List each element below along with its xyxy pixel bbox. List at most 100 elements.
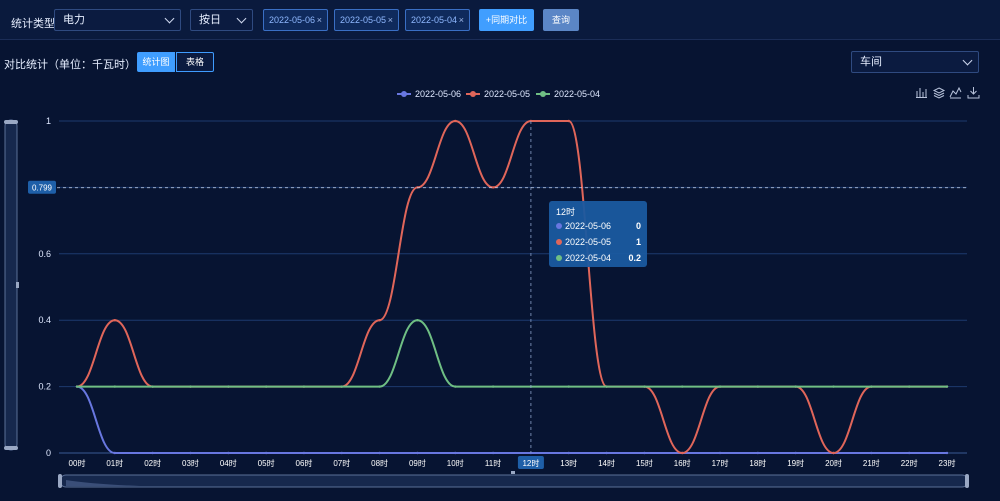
legend-label: 2022-05-05 <box>484 89 530 99</box>
tooltip-title: 12时 <box>556 206 575 217</box>
slider-top-handle[interactable] <box>4 120 18 124</box>
series-point <box>378 451 381 455</box>
x-tick-label: 07时 <box>333 458 350 468</box>
x-tick-label: 23时 <box>939 458 956 468</box>
stack-icon[interactable] <box>932 87 946 99</box>
y-tick-label: 0 <box>46 448 51 458</box>
legend-marker <box>540 91 546 97</box>
y-axis: 00.20.40.60.81 <box>38 116 51 458</box>
series-point <box>718 385 722 388</box>
x-tick-label: 00时 <box>69 458 86 468</box>
series-point <box>756 385 760 388</box>
chart-grid <box>59 120 967 454</box>
series-point <box>113 385 117 388</box>
x-tick-label: 11时 <box>485 458 501 468</box>
tooltip-series-name: 2022-05-06 <box>565 221 611 231</box>
series-point <box>491 451 495 455</box>
series-point <box>681 385 684 388</box>
series-point <box>491 186 495 189</box>
series-point <box>227 385 230 388</box>
horizontal-zoom-slider[interactable] <box>59 474 969 488</box>
slider-right-handle[interactable] <box>965 474 969 488</box>
x-tick-label: 15时 <box>636 458 653 468</box>
x-tick-label: 14时 <box>598 458 615 468</box>
series-point <box>151 451 154 455</box>
legend-label: 2022-05-06 <box>415 89 461 99</box>
tooltip-series-name: 2022-05-05 <box>565 237 611 247</box>
bar-chart-icon[interactable] <box>916 88 927 98</box>
series-point <box>567 451 570 455</box>
legend-label: 2022-05-04 <box>554 89 600 99</box>
series-point <box>605 385 608 388</box>
tooltip-value: 0 <box>636 221 641 231</box>
x-tick-label: 16时 <box>674 458 691 468</box>
series-line-2022-05-05 <box>76 119 948 455</box>
x-tick-label: 05时 <box>258 458 275 468</box>
series-point <box>454 451 457 455</box>
series-point <box>227 451 230 455</box>
chart-series <box>75 119 949 455</box>
series-point <box>643 451 646 455</box>
series-point <box>491 385 495 388</box>
x-tick-label: 03时 <box>182 458 199 468</box>
x-tick-label: 19时 <box>787 458 804 468</box>
series-point <box>756 451 760 455</box>
x-tick-label: 10时 <box>447 458 464 468</box>
series-point <box>416 451 419 455</box>
slider-grip <box>16 282 19 288</box>
series-point <box>945 451 949 455</box>
vertical-zoom-slider[interactable] <box>4 119 18 451</box>
x-tick-label: 01时 <box>106 458 123 468</box>
tooltip-value: 1 <box>636 237 641 247</box>
series-point <box>605 451 608 455</box>
x-tick-label: 13时 <box>560 458 577 468</box>
series-point <box>870 451 873 455</box>
series-point <box>870 385 873 388</box>
y-pointer-label: 0.799 <box>32 184 53 193</box>
tooltip-marker <box>556 239 562 245</box>
x-tick-label: 09时 <box>409 458 426 468</box>
tooltip-marker <box>556 255 562 261</box>
x-tick-label: 02时 <box>144 458 161 468</box>
series-point <box>113 319 117 322</box>
series-line-2022-05-04 <box>77 319 948 388</box>
series-point <box>340 385 343 388</box>
series-point <box>794 451 797 455</box>
series-point <box>264 451 268 455</box>
line-chart-icon[interactable] <box>949 86 962 99</box>
y-tick-label: 0.4 <box>38 315 51 325</box>
x-tick-label: 08时 <box>371 458 388 468</box>
series-point <box>340 451 343 455</box>
series-point <box>416 319 419 322</box>
download-icon[interactable] <box>967 87 980 99</box>
legend-marker <box>470 91 476 97</box>
comparison-line-chart: 2022-05-06 2022-05-05 2022-05-04 0 0.2 0.4 0.… <box>4 86 980 488</box>
series-point <box>189 385 192 388</box>
series-point <box>454 119 457 123</box>
chart-legend: 2022-05-06 2022-05-05 2022-05-04 <box>397 89 600 99</box>
series-point <box>264 385 268 388</box>
series-point <box>718 451 722 455</box>
series-point <box>681 451 684 455</box>
series-point <box>567 385 570 388</box>
series-point <box>643 385 646 388</box>
series-point <box>832 451 835 455</box>
chart-tooltip: 12时 2022-05-06 0 2022-05-05 1 2022-05-04 0.2 <box>549 201 647 267</box>
y-tick-label: 0.6 <box>38 249 51 259</box>
slider-grip <box>511 471 515 474</box>
x-tick-label: 20时 <box>825 458 842 468</box>
tooltip-value: 0.2 <box>628 253 641 263</box>
series-point <box>794 385 797 388</box>
x-tick-label: 21时 <box>863 458 880 468</box>
series-point <box>832 385 835 388</box>
x-axis: 00时 01时 02时 03时 04时 05时 06时 07时 08时 09时 10时 11时 12时 1… <box>59 452 967 469</box>
slider-bottom-handle[interactable] <box>4 446 18 450</box>
series-point <box>378 319 381 322</box>
series-point <box>113 451 117 455</box>
series-point <box>945 385 949 388</box>
slider-left-handle[interactable] <box>58 474 62 488</box>
x-tick-label: 12时 <box>522 458 539 468</box>
x-tick-label: 17时 <box>712 458 729 468</box>
series-point <box>454 385 457 388</box>
axis-pointer: 0.799 <box>28 121 967 453</box>
